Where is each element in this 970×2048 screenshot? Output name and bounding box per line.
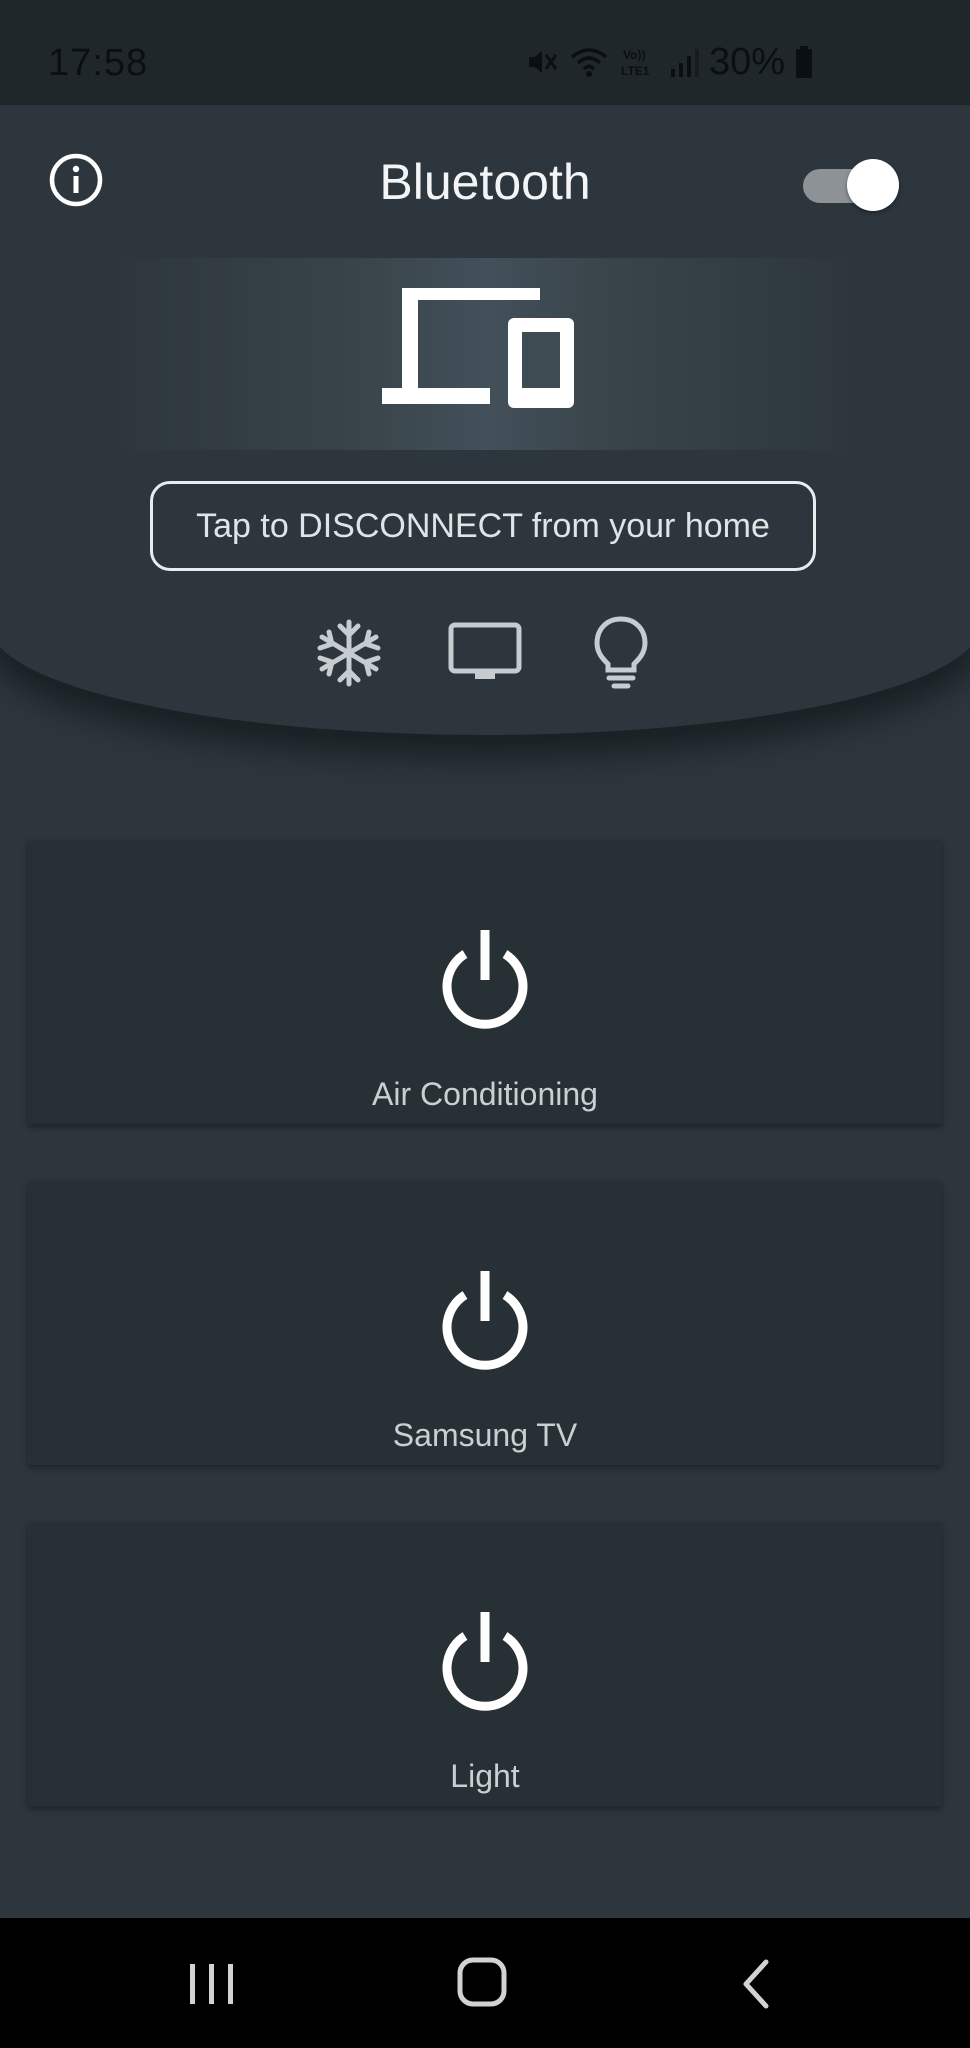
power-icon[interactable] — [432, 1610, 538, 1716]
svg-text:LTE1: LTE1 — [621, 64, 650, 78]
status-icons: Vo)) LTE1 30% — [525, 40, 813, 83]
svg-text:Vo)): Vo)) — [623, 48, 645, 62]
snowflake-icon — [317, 619, 381, 687]
quick-device-icons — [0, 615, 970, 691]
disconnect-button[interactable]: Tap to DISCONNECT from your home — [150, 481, 816, 571]
status-time: 17:58 — [48, 42, 149, 84]
device-card-samsung-tv[interactable]: Samsung TV — [28, 1181, 942, 1465]
tv-icon — [448, 622, 522, 679]
back-button[interactable] — [730, 1956, 790, 2012]
quick-light[interactable] — [583, 615, 659, 691]
signal-icon — [671, 49, 699, 77]
volte-lte-icon: Vo)) LTE1 — [621, 48, 650, 78]
quick-ac[interactable] — [311, 615, 387, 691]
devices-banner — [110, 258, 860, 450]
mute-icon — [529, 51, 558, 73]
status-bar: 17:58 Vo)) LTE1 30% — [0, 0, 970, 105]
bluetooth-toggle[interactable] — [803, 157, 899, 213]
lightbulb-icon — [594, 616, 648, 689]
battery-icon — [796, 46, 813, 78]
power-icon[interactable] — [432, 928, 538, 1034]
device-name: Light — [450, 1758, 520, 1794]
device-card-air-conditioning[interactable]: Air Conditioning — [28, 840, 942, 1124]
battery-percent: 30% — [709, 40, 786, 83]
device-name: Air Conditioning — [372, 1076, 598, 1112]
home-button[interactable] — [454, 1956, 514, 2012]
device-card-light[interactable]: Light — [28, 1522, 942, 1806]
header-panel: Bluetooth Tap to DISCONNECT from your ho… — [0, 105, 970, 735]
devices-icon — [382, 288, 574, 408]
power-icon[interactable] — [432, 1269, 538, 1375]
wifi-icon — [570, 48, 608, 77]
recents-button[interactable] — [182, 1956, 242, 2012]
quick-tv[interactable] — [447, 615, 523, 691]
navigation-bar — [0, 1918, 970, 2048]
toggle-knob — [847, 159, 899, 211]
device-name: Samsung TV — [392, 1417, 578, 1453]
